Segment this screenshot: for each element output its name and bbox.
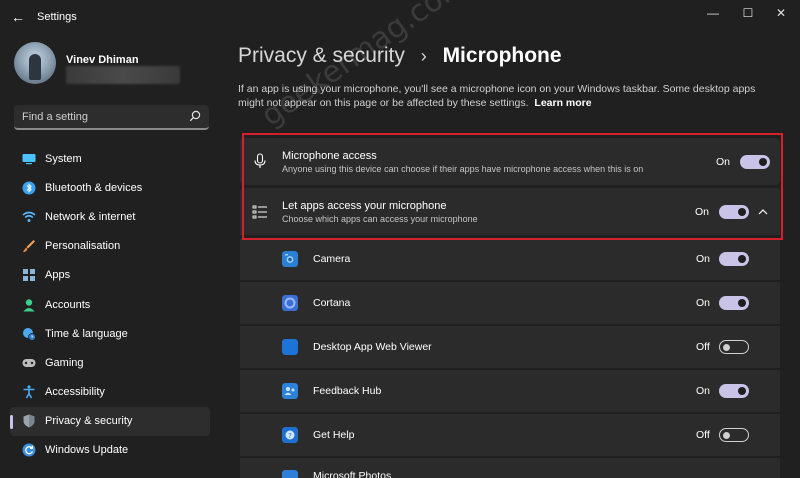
system-icon xyxy=(22,152,36,166)
sidebar-item-apps[interactable]: Apps xyxy=(10,261,210,290)
app-name: Feedback Hub xyxy=(313,385,382,397)
breadcrumb-separator: › xyxy=(420,46,427,66)
app-state: Off xyxy=(696,429,710,441)
breadcrumb: Privacy & security › Microphone xyxy=(238,44,562,68)
search-icon[interactable] xyxy=(189,110,201,122)
app-row-desktop-app-web-viewer: Desktop App Web Viewer Off xyxy=(240,326,780,368)
globe-clock-icon xyxy=(22,327,36,341)
user-name: Vinev Dhiman xyxy=(66,54,139,66)
app-state: Off xyxy=(696,341,710,353)
close-button[interactable]: ✕ xyxy=(766,3,796,23)
app-name: Camera xyxy=(313,253,351,265)
highlight-box xyxy=(242,133,783,240)
back-button[interactable]: ← xyxy=(8,7,28,27)
feedback-hub-toggle[interactable] xyxy=(719,384,749,398)
sidebar-item-system[interactable]: System xyxy=(10,144,210,173)
brush-icon xyxy=(22,239,36,253)
desktop-app-web-viewer-toggle[interactable] xyxy=(719,340,749,354)
app-row-cortana: Cortana On xyxy=(240,282,780,324)
app-row-microsoft-photos: Microsoft Photos xyxy=(240,458,780,478)
sidebar-nav: System Bluetooth & devices Network & int… xyxy=(10,144,210,465)
camera-toggle[interactable] xyxy=(719,252,749,266)
sidebar-item-bluetooth[interactable]: Bluetooth & devices xyxy=(10,173,210,202)
cortana-toggle[interactable] xyxy=(719,296,749,310)
photos-app-icon xyxy=(282,470,298,478)
sidebar-item-label: Apps xyxy=(45,269,71,282)
svg-text:?: ? xyxy=(288,432,292,440)
sidebar-item-network[interactable]: Network & internet xyxy=(10,202,210,231)
feedback-hub-app-icon xyxy=(282,383,298,399)
app-state: On xyxy=(696,385,711,397)
bluetooth-icon xyxy=(22,181,36,195)
avatar[interactable] xyxy=(14,42,56,84)
app-state: On xyxy=(696,253,711,265)
app-name: Get Help xyxy=(313,429,355,441)
app-row-camera: Camera On xyxy=(240,238,780,280)
sidebar-item-label: System xyxy=(45,152,82,165)
apps-icon xyxy=(22,268,36,282)
cortana-app-icon xyxy=(282,295,298,311)
sidebar-item-personalisation[interactable]: Personalisation xyxy=(10,232,210,261)
window-title: Settings xyxy=(37,11,77,23)
page-title: Microphone xyxy=(442,44,562,67)
sidebar-item-label: Accounts xyxy=(45,298,91,311)
sidebar-item-label: Network & internet xyxy=(45,210,136,223)
sidebar-item-label: Personalisation xyxy=(45,240,121,253)
sidebar-item-accessibility[interactable]: Accessibility xyxy=(10,378,210,407)
app-name: Desktop App Web Viewer xyxy=(313,341,432,353)
sidebar: Vinev Dhiman System Bluetooth & devices … xyxy=(0,34,220,478)
wifi-icon xyxy=(22,210,36,224)
minimize-button[interactable]: — xyxy=(698,3,728,23)
sidebar-item-label: Time & language xyxy=(45,327,128,340)
camera-app-icon xyxy=(282,251,298,267)
get-help-app-icon: ? xyxy=(282,427,298,443)
sidebar-item-time-language[interactable]: Time & language xyxy=(10,319,210,348)
sidebar-item-windows-update[interactable]: Windows Update xyxy=(10,436,210,465)
app-row-feedback-hub: Feedback Hub On xyxy=(240,370,780,412)
search-input[interactable] xyxy=(14,105,184,128)
user-email-redacted xyxy=(66,66,180,84)
sidebar-item-accounts[interactable]: Accounts xyxy=(10,290,210,319)
shield-icon xyxy=(22,414,36,428)
sidebar-item-label: Privacy & security xyxy=(45,415,133,428)
account-icon xyxy=(22,298,36,312)
update-icon xyxy=(22,443,36,457)
app-name: Microsoft Photos xyxy=(313,470,392,478)
controller-icon xyxy=(22,356,36,370)
sidebar-item-label: Gaming xyxy=(45,356,84,369)
app-name: Cortana xyxy=(313,297,351,309)
accessibility-icon xyxy=(22,385,36,399)
learn-more-link[interactable]: Learn more xyxy=(534,97,591,109)
sidebar-item-label: Accessibility xyxy=(45,386,105,399)
get-help-toggle[interactable] xyxy=(719,428,749,442)
sidebar-item-gaming[interactable]: Gaming xyxy=(10,348,210,377)
search-box[interactable] xyxy=(14,105,209,130)
app-row-get-help: ? Get Help Off xyxy=(240,414,780,456)
web-viewer-app-icon xyxy=(282,339,298,355)
sidebar-item-privacy-security[interactable]: Privacy & security xyxy=(10,406,210,436)
app-state: On xyxy=(696,297,711,309)
sidebar-item-label: Windows Update xyxy=(45,444,129,457)
sidebar-item-label: Bluetooth & devices xyxy=(45,181,143,194)
maximize-button[interactable]: ☐ xyxy=(733,3,763,23)
